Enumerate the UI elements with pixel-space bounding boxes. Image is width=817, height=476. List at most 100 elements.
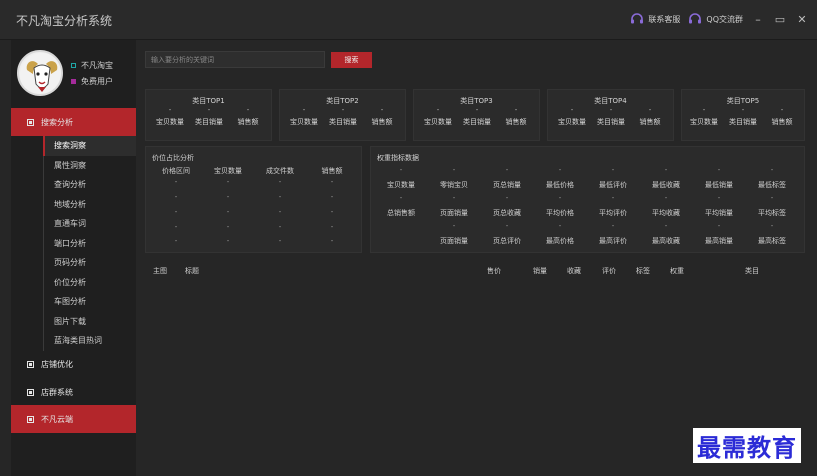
column-header-main-image[interactable]: 主图 (153, 266, 167, 276)
card-label: 类目销量 (597, 118, 625, 126)
price-ratio-cell: - (330, 193, 334, 201)
qq-group-label: QQ交流群 (706, 14, 743, 24)
weight-label: 最低收藏 (652, 181, 680, 189)
card-value: - (207, 106, 211, 114)
weight-value: - (505, 222, 509, 230)
weight-value: - (664, 194, 668, 202)
price-ratio-cell: - (330, 208, 334, 216)
card-label: 类目销量 (463, 118, 491, 126)
user-role: 免费用户 (81, 77, 113, 86)
price-ratio-header: 宝贝数量 (214, 167, 242, 175)
close-icon[interactable]: ✕ (795, 13, 809, 26)
price-ratio-cell: - (278, 193, 282, 201)
menu-shop-optimization[interactable]: 店铺优化 (11, 350, 136, 378)
user-name-row: 不凡淘宝 (71, 60, 113, 71)
weight-value: - (399, 166, 403, 174)
column-header-tags[interactable]: 标签 (636, 266, 650, 276)
card-value: - (514, 106, 518, 114)
category-top-card: 类目TOP2 - - - 宝贝数量 类目销量 销售额 (279, 89, 406, 141)
column-header-reviews[interactable]: 评价 (602, 266, 616, 276)
weight-value: - (505, 166, 509, 174)
weight-title: 权重指标数据 (377, 154, 419, 162)
search-button[interactable]: 搜索 (331, 52, 372, 68)
qq-group-link[interactable]: QQ交流群 (688, 12, 743, 26)
weight-label: 页面销量 (440, 209, 468, 217)
column-header-price[interactable]: 售价 (487, 266, 501, 276)
weight-label: 最低价格 (546, 181, 574, 189)
minimize-icon[interactable]: – (751, 13, 765, 26)
submenu-item-region-analysis[interactable]: 地域分析 (43, 195, 136, 215)
title-bar-actions: 联系客服 QQ交流群 – ▭ ✕ (630, 12, 809, 26)
column-header-category[interactable]: 类目 (745, 266, 759, 276)
contact-service-label: 联系客服 (648, 14, 681, 24)
submenu-item-page-analysis[interactable]: 页码分析 (43, 253, 136, 273)
submenu-item-ppc-words[interactable]: 直通车词 (43, 214, 136, 234)
price-ratio-cell: - (174, 208, 178, 216)
weight-label: 页总销量 (493, 181, 521, 189)
weight-label: 最低评价 (599, 181, 627, 189)
card-value: - (302, 106, 306, 114)
price-ratio-title: 价位占比分析 (152, 154, 194, 162)
weight-value: - (770, 194, 774, 202)
weight-label: 宝贝数量 (387, 181, 415, 189)
category-top-card: 类目TOP5 - - - 宝贝数量 类目销量 销售额 (681, 89, 805, 141)
column-header-sales[interactable]: 销量 (533, 266, 547, 276)
card-label: 销售额 (639, 118, 661, 126)
contact-service-link[interactable]: 联系客服 (630, 12, 680, 26)
card-value: - (380, 106, 384, 114)
price-ratio-cell: - (278, 208, 282, 216)
menu-label: 搜索分析 (41, 117, 73, 127)
card-value: - (341, 106, 345, 114)
column-header-weight[interactable]: 权重 (670, 266, 684, 276)
weight-label: 平均评价 (599, 209, 627, 217)
menu-label: 不凡云端 (41, 414, 73, 424)
card-value: - (168, 106, 172, 114)
submenu-item-query-analysis[interactable]: 查询分析 (43, 175, 136, 195)
menu-search-analysis[interactable]: 搜索分析 (11, 108, 136, 136)
submenu-item-image-download[interactable]: 图片下载 (43, 312, 136, 332)
category-top-card: 类目TOP4 - - - 宝贝数量 类目销量 销售额 (547, 89, 674, 141)
weight-value: - (770, 166, 774, 174)
menu-square-icon (27, 415, 34, 423)
maximize-icon[interactable]: ▭ (773, 13, 787, 26)
submenu-item-car-image-analysis[interactable]: 车图分析 (43, 292, 136, 312)
category-top-card: 类目TOP1 - - - 宝贝数量 类目销量 销售额 (145, 89, 272, 141)
card-label: 销售额 (505, 118, 527, 126)
weight-label: 平均价格 (546, 209, 574, 217)
watermark-logo: 最需教育 (693, 428, 801, 463)
column-header-title[interactable]: 标题 (185, 266, 199, 276)
menu-label: 店铺优化 (41, 359, 73, 369)
menu-shop-group-system[interactable]: 店群系统 (11, 378, 136, 406)
headset-icon (631, 13, 644, 24)
price-ratio-cell: - (174, 193, 178, 201)
submenu-item-attribute-insight[interactable]: 属性洞察 (43, 156, 136, 176)
weight-label: 平均收藏 (652, 209, 680, 217)
weight-value: - (770, 222, 774, 230)
weight-value: - (611, 222, 615, 230)
weight-label: 最高销量 (705, 237, 733, 245)
weight-value: - (452, 194, 456, 202)
weight-label: 最高价格 (546, 237, 574, 245)
menu-cloud[interactable]: 不凡云端 (11, 405, 136, 433)
submenu-item-search-insight[interactable]: 搜索洞察 (43, 136, 136, 156)
price-ratio-cell: - (330, 223, 334, 231)
card-value: - (570, 106, 574, 114)
weight-label: 最低标签 (758, 181, 786, 189)
card-label: 类目销量 (729, 118, 757, 126)
search-input[interactable] (145, 51, 325, 68)
weight-value: - (611, 194, 615, 202)
submenu-item-blue-ocean-words[interactable]: 蓝海类目热词 (43, 331, 136, 351)
weight-value: - (611, 166, 615, 174)
weight-value: - (717, 194, 721, 202)
card-title: 类目TOP5 (726, 97, 760, 105)
submenu-item-port-analysis[interactable]: 端口分析 (43, 234, 136, 254)
card-label: 类目销量 (329, 118, 357, 126)
card-label: 销售额 (771, 118, 793, 126)
column-header-favorites[interactable]: 收藏 (567, 266, 581, 276)
submenu-item-price-analysis[interactable]: 价位分析 (43, 273, 136, 293)
sidebar: 不凡淘宝 免费用户 搜索分析 搜索洞察 属性洞察 查询分析 地域分析 直通车词 … (11, 40, 136, 476)
weight-label: 总销售额 (387, 209, 415, 217)
price-ratio-cell: - (226, 237, 230, 245)
card-label: 销售额 (371, 118, 393, 126)
card-value: - (702, 106, 706, 114)
